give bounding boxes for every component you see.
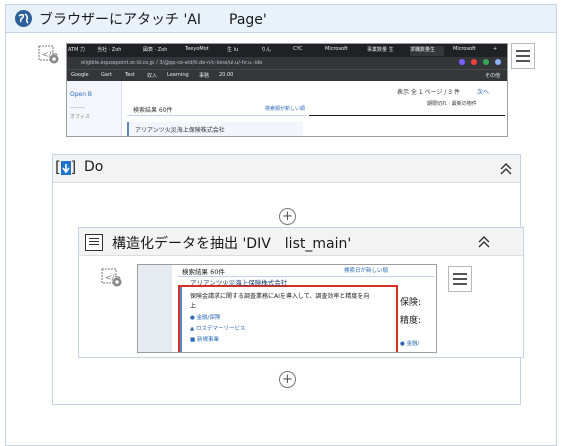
browser-tab: 事業数量 生 <box>367 47 394 53</box>
preview-description-line1: 保険金請求に関する調査業務にAIを導入して、調査効率と精度を向 <box>190 293 370 300</box>
divider <box>309 115 505 116</box>
browser-tab: Microsoft <box>325 46 348 52</box>
new-tab-icon: + <box>493 46 498 52</box>
extract-action-header[interactable]: 構造化データを抽出 'DIV list_main' <box>79 228 523 256</box>
bookmark-item: Google <box>71 72 89 78</box>
browser-tab: 当社 · Zoh <box>97 47 122 53</box>
attach-browser-header[interactable]: ブラウザーにアタッチ 'AI Page' <box>6 5 556 33</box>
preview-side-bullet: ● 金融/ <box>400 341 420 347</box>
preview-sort-link: 検索日が新しい順 <box>344 268 389 274</box>
globe-icon <box>15 10 32 27</box>
ui-element-capture-icon[interactable]: </> <box>101 268 123 288</box>
card-accent <box>180 287 182 352</box>
bookmark-item: 20.00 <box>219 72 234 78</box>
browser-tab: 図表 · Zoh <box>143 47 168 53</box>
pager-next-link: 次へ <box>477 89 490 96</box>
do-scope-label: Do <box>84 159 104 175</box>
preview-result-count: 検索結果 60件 <box>182 268 225 276</box>
selected-element-highlight: アリアンツ火災海上保険株式会社 保険金請求に関する調査業務にAIを導入して、調査… <box>178 279 398 352</box>
arrow-down-icon <box>61 161 71 175</box>
element-screenshot-preview: 検索結果 60件 検索日が新しい順 アリアンツ火災海上保険株式会社 保険金請求に… <box>137 264 437 353</box>
preview-bullet: ● 金融/保険 <box>190 315 221 321</box>
browser-tab: TeeyoMot <box>185 46 209 52</box>
browser-page-content: Open B ーーー オフィス 表示 全 1 ページ / 3 件 次へ 期限切れ… <box>67 81 507 136</box>
sidebar-sub: ーーー <box>70 106 86 112</box>
preview-left-strip <box>138 265 172 352</box>
preview-side-text: 精度: <box>400 316 422 326</box>
bookmark-item: Gart <box>101 72 112 78</box>
bookmark-item: Test <box>125 72 135 78</box>
pager-text: 表示 全 1 ページ / 3 件 <box>397 89 460 96</box>
action-menu-button[interactable] <box>448 266 472 292</box>
extension-icon <box>459 59 465 65</box>
extension-icon <box>483 59 489 65</box>
action-menu-button[interactable] <box>511 43 535 69</box>
result-count: 検索結果 60件 <box>133 107 173 114</box>
extract-structured-data-action: 構造化データを抽出 'DIV list_main' </> 検索結果 60件 検… <box>78 227 524 358</box>
bookmark-item: 事務 <box>199 73 210 79</box>
sort-link: 検索順が新しい順 <box>265 106 306 112</box>
filter-text: 期限切れ · 最新の物件 <box>427 101 477 107</box>
browser-url: eligible.equsepoint.or.ld.co.jp / 3/@pp-… <box>81 60 263 66</box>
do-scope: [ ] Do + 構造化データを抽出 'DIV list_main' </> 検… <box>52 154 524 405</box>
ui-element-capture-icon[interactable]: </> <box>38 45 60 65</box>
table-extract-icon <box>85 234 103 251</box>
preview-side-text: 保険: <box>400 298 422 308</box>
result-card: アリアンツ火災海上保険株式会社 <box>127 122 303 136</box>
browser-tab: 生 lu <box>227 47 239 53</box>
browser-tab: ATM 力 <box>68 47 85 53</box>
do-scope-header[interactable]: [ ] Do <box>53 155 520 183</box>
attach-browser-scope: ブラウザーにアタッチ 'AI Page' </> ATM 力 当社 · Zoh … <box>5 4 557 446</box>
add-activity-plus-icon[interactable]: + <box>279 208 296 225</box>
browser-address-bar: eligible.equsepoint.or.ld.co.jp / 3/@pp-… <box>67 57 507 69</box>
preview-bullet: ▲ ロスデマーリービス <box>190 326 246 332</box>
bookmark-item: その他 <box>485 73 501 79</box>
chevron-double-up-icon[interactable] <box>477 235 491 251</box>
preview-description-line2: 上 <box>190 303 197 310</box>
sidebar-sub: オフィス <box>70 114 90 120</box>
preview-company: アリアンツ火災海上保険株式会社 <box>190 279 288 287</box>
browser-tab: りん <box>261 47 272 53</box>
bookmark-item: 収入 <box>147 73 158 79</box>
browser-tab-active: 求職数量生 <box>410 46 444 56</box>
browser-tab-bar: ATM 力 当社 · Zoh 図表 · Zoh TeeyoMot 生 lu りん… <box>67 44 507 57</box>
extension-icon <box>471 59 477 65</box>
add-activity-plus-icon[interactable]: + <box>279 371 296 388</box>
attach-browser-title: ブラウザーにアタッチ 'AI Page' <box>39 12 267 28</box>
divider <box>127 115 307 116</box>
browser-tab: CYC <box>293 46 303 52</box>
extract-action-title: 構造化データを抽出 'DIV list_main' <box>112 236 352 252</box>
browser-screenshot-preview: ATM 力 当社 · Zoh 図表 · Zoh TeeyoMot 生 lu りん… <box>66 43 508 137</box>
bookmark-item: Learning <box>167 72 189 78</box>
preview-bullet: ■ 新規事業 <box>190 337 219 343</box>
sidebar-label: Open B <box>70 91 93 98</box>
result-company: アリアンツ火災海上保険株式会社 <box>135 127 225 134</box>
chevron-double-up-icon[interactable] <box>499 162 513 178</box>
browser-tab: Microsoft <box>453 46 476 52</box>
profile-avatar <box>495 59 501 65</box>
page-sidebar: Open B ーーー オフィス <box>67 81 122 136</box>
browser-bookmarks-bar: Google Gart Test 収入 Learning 事務 20.00 その… <box>67 69 507 81</box>
